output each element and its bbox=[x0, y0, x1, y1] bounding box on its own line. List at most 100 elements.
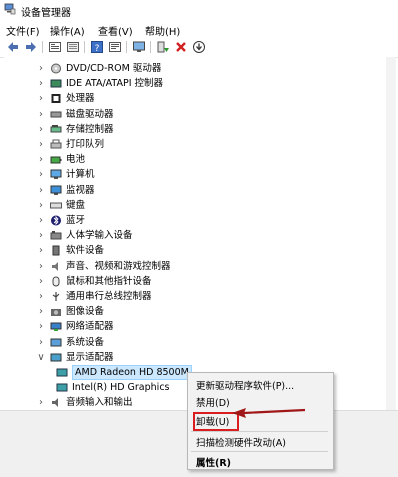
tree-node-label: 软件设备 bbox=[66, 245, 105, 257]
tree-node-label: DVD/CD-ROM 驱动器 bbox=[66, 63, 162, 74]
tree-node-label: 系统设备 bbox=[66, 336, 105, 348]
chevron-right-icon[interactable]: › bbox=[36, 76, 46, 91]
tree-node[interactable]: › 系统设备 bbox=[4, 335, 394, 350]
processor-icon bbox=[51, 94, 61, 104]
chevron-right-icon[interactable]: › bbox=[36, 198, 46, 213]
forward-arrow-icon[interactable] bbox=[24, 40, 38, 54]
tree-node-label: 蓝牙 bbox=[66, 215, 86, 226]
tree-node-label: 通用串行总线控制器 bbox=[66, 291, 152, 302]
tree-scrollbar[interactable] bbox=[386, 57, 396, 410]
download-icon[interactable] bbox=[192, 40, 206, 54]
tree-node-label: 声音、视频和游戏控制器 bbox=[66, 260, 171, 272]
chevron-right-icon[interactable]: › bbox=[36, 335, 46, 350]
tree-node[interactable]: › 人体学输入设备 bbox=[4, 228, 394, 243]
tree-node[interactable]: › 鼠标和其他指针设备 bbox=[4, 274, 394, 289]
menu-view[interactable]: 查看(V) bbox=[98, 23, 133, 38]
menu-disable[interactable]: 禁用(D) bbox=[196, 395, 230, 409]
tree-node-label: 网络适配器 bbox=[66, 321, 114, 333]
title-bar: 设备管理器 bbox=[0, 0, 398, 20]
tree-node[interactable]: › 软件设备 bbox=[4, 243, 394, 258]
tree-node-label: 监视器 bbox=[66, 184, 95, 196]
chevron-right-icon[interactable]: › bbox=[36, 122, 46, 137]
tree-node[interactable]: › 通用串行总线控制器 bbox=[4, 289, 394, 304]
refresh-icon[interactable] bbox=[66, 40, 80, 54]
chevron-down-icon[interactable]: ∨ bbox=[36, 350, 46, 365]
tree-node[interactable]: › 键盘 bbox=[4, 198, 394, 213]
tree-node[interactable]: › IDE ATA/ATAPI 控制器 bbox=[4, 76, 394, 91]
chevron-right-icon[interactable]: › bbox=[36, 274, 46, 289]
menu-scan-hardware[interactable]: 扫描检测硬件改动(A) bbox=[196, 435, 286, 449]
ide-controller-icon bbox=[50, 79, 62, 88]
properties-icon[interactable] bbox=[48, 40, 62, 54]
printer-icon bbox=[50, 139, 62, 149]
usb-icon bbox=[52, 292, 60, 301]
tree-node[interactable]: › 声音、视频和游戏控制器 bbox=[4, 259, 394, 274]
tree-node-label: 计算机 bbox=[66, 169, 95, 181]
chevron-right-icon[interactable]: › bbox=[36, 137, 46, 152]
tree-node-label: 音频输入和输出 bbox=[66, 397, 133, 409]
monitor-icon[interactable] bbox=[132, 40, 146, 54]
system-device-icon bbox=[50, 338, 62, 347]
chevron-right-icon[interactable]: › bbox=[36, 91, 46, 106]
back-arrow-icon[interactable] bbox=[6, 40, 20, 54]
chevron-right-icon[interactable]: › bbox=[36, 243, 46, 258]
chevron-right-icon[interactable]: › bbox=[36, 259, 46, 274]
device-tree: › DVD/CD-ROM 驱动器 › IDE ATA/ATAPI 控制器 › 处理器 › 磁盘… bbox=[4, 57, 394, 410]
toolbar: ? bbox=[0, 38, 398, 58]
chevron-right-icon[interactable]: › bbox=[36, 395, 46, 410]
tree-node[interactable]: ∨ 显示适配器 bbox=[4, 350, 394, 365]
tree-node[interactable]: › 网络适配器 bbox=[4, 319, 394, 334]
chevron-right-icon[interactable]: › bbox=[36, 228, 46, 243]
menu-help[interactable]: 帮助(H) bbox=[145, 23, 180, 38]
chevron-right-icon[interactable]: › bbox=[36, 107, 46, 122]
menu-separator bbox=[191, 431, 328, 432]
hid-icon bbox=[50, 231, 62, 240]
storage-controller-icon bbox=[50, 124, 62, 133]
mouse-icon bbox=[52, 276, 60, 287]
monitor-icon bbox=[50, 185, 62, 195]
menu-separator bbox=[191, 451, 328, 452]
menu-file[interactable]: 文件(F) bbox=[6, 23, 40, 38]
battery-icon bbox=[50, 156, 62, 164]
computer-icon bbox=[50, 169, 62, 180]
menu-action[interactable]: 操作(A) bbox=[50, 23, 85, 38]
menu-properties[interactable]: 属性(R) bbox=[196, 455, 231, 469]
chevron-right-icon[interactable]: › bbox=[36, 152, 46, 167]
toolbar-separator bbox=[84, 41, 85, 53]
chevron-right-icon[interactable]: › bbox=[36, 319, 46, 334]
chevron-right-icon[interactable]: › bbox=[36, 183, 46, 198]
window-title: 设备管理器 bbox=[21, 8, 71, 19]
disk-drive-icon bbox=[50, 111, 62, 118]
chevron-right-icon[interactable]: › bbox=[36, 61, 46, 76]
tree-node-label: 人体学输入设备 bbox=[66, 230, 133, 242]
annotation-arrow bbox=[232, 408, 306, 418]
tree-node[interactable]: › DVD/CD-ROM 驱动器 bbox=[4, 61, 394, 76]
tree-node-label: 鼠标和其他指针设备 bbox=[66, 275, 152, 287]
tree-node[interactable]: › 蓝牙 bbox=[4, 213, 394, 228]
help-icon[interactable]: ? bbox=[90, 40, 104, 54]
tree-node[interactable]: › 磁盘驱动器 bbox=[4, 107, 394, 122]
tree-node[interactable]: › 打印队列 bbox=[4, 137, 394, 152]
dvd-icon bbox=[51, 63, 61, 74]
chevron-right-icon[interactable]: › bbox=[36, 289, 46, 304]
tree-node[interactable]: › 图像设备 bbox=[4, 304, 394, 319]
tree-node-label: 处理器 bbox=[66, 93, 95, 105]
tree-node[interactable]: › 监视器 bbox=[4, 183, 394, 198]
tree-node[interactable]: › 处理器 bbox=[4, 91, 394, 106]
menu-update-driver[interactable]: 更新驱动程序软件(P)... bbox=[196, 378, 294, 392]
chevron-right-icon[interactable]: › bbox=[36, 167, 46, 182]
toolbar-separator bbox=[126, 41, 127, 53]
tree-node-label: 显示适配器 bbox=[66, 351, 114, 363]
tree-node[interactable]: › 计算机 bbox=[4, 167, 394, 182]
tree-node-label: 电池 bbox=[66, 154, 86, 166]
chevron-right-icon[interactable]: › bbox=[36, 213, 46, 228]
details-icon[interactable] bbox=[108, 40, 122, 54]
update-driver-icon[interactable] bbox=[156, 40, 170, 54]
chevron-right-icon[interactable]: › bbox=[36, 304, 46, 319]
uninstall-x-icon[interactable] bbox=[174, 40, 188, 54]
tree-node[interactable]: › 存储控制器 bbox=[4, 122, 394, 137]
toolbar-separator bbox=[42, 41, 43, 53]
tree-node-label: 磁盘驱动器 bbox=[66, 108, 114, 120]
tree-node[interactable]: › 电池 bbox=[4, 152, 394, 167]
menu-bar: 文件(F) 操作(A) 查看(V) 帮助(H) bbox=[0, 20, 398, 38]
